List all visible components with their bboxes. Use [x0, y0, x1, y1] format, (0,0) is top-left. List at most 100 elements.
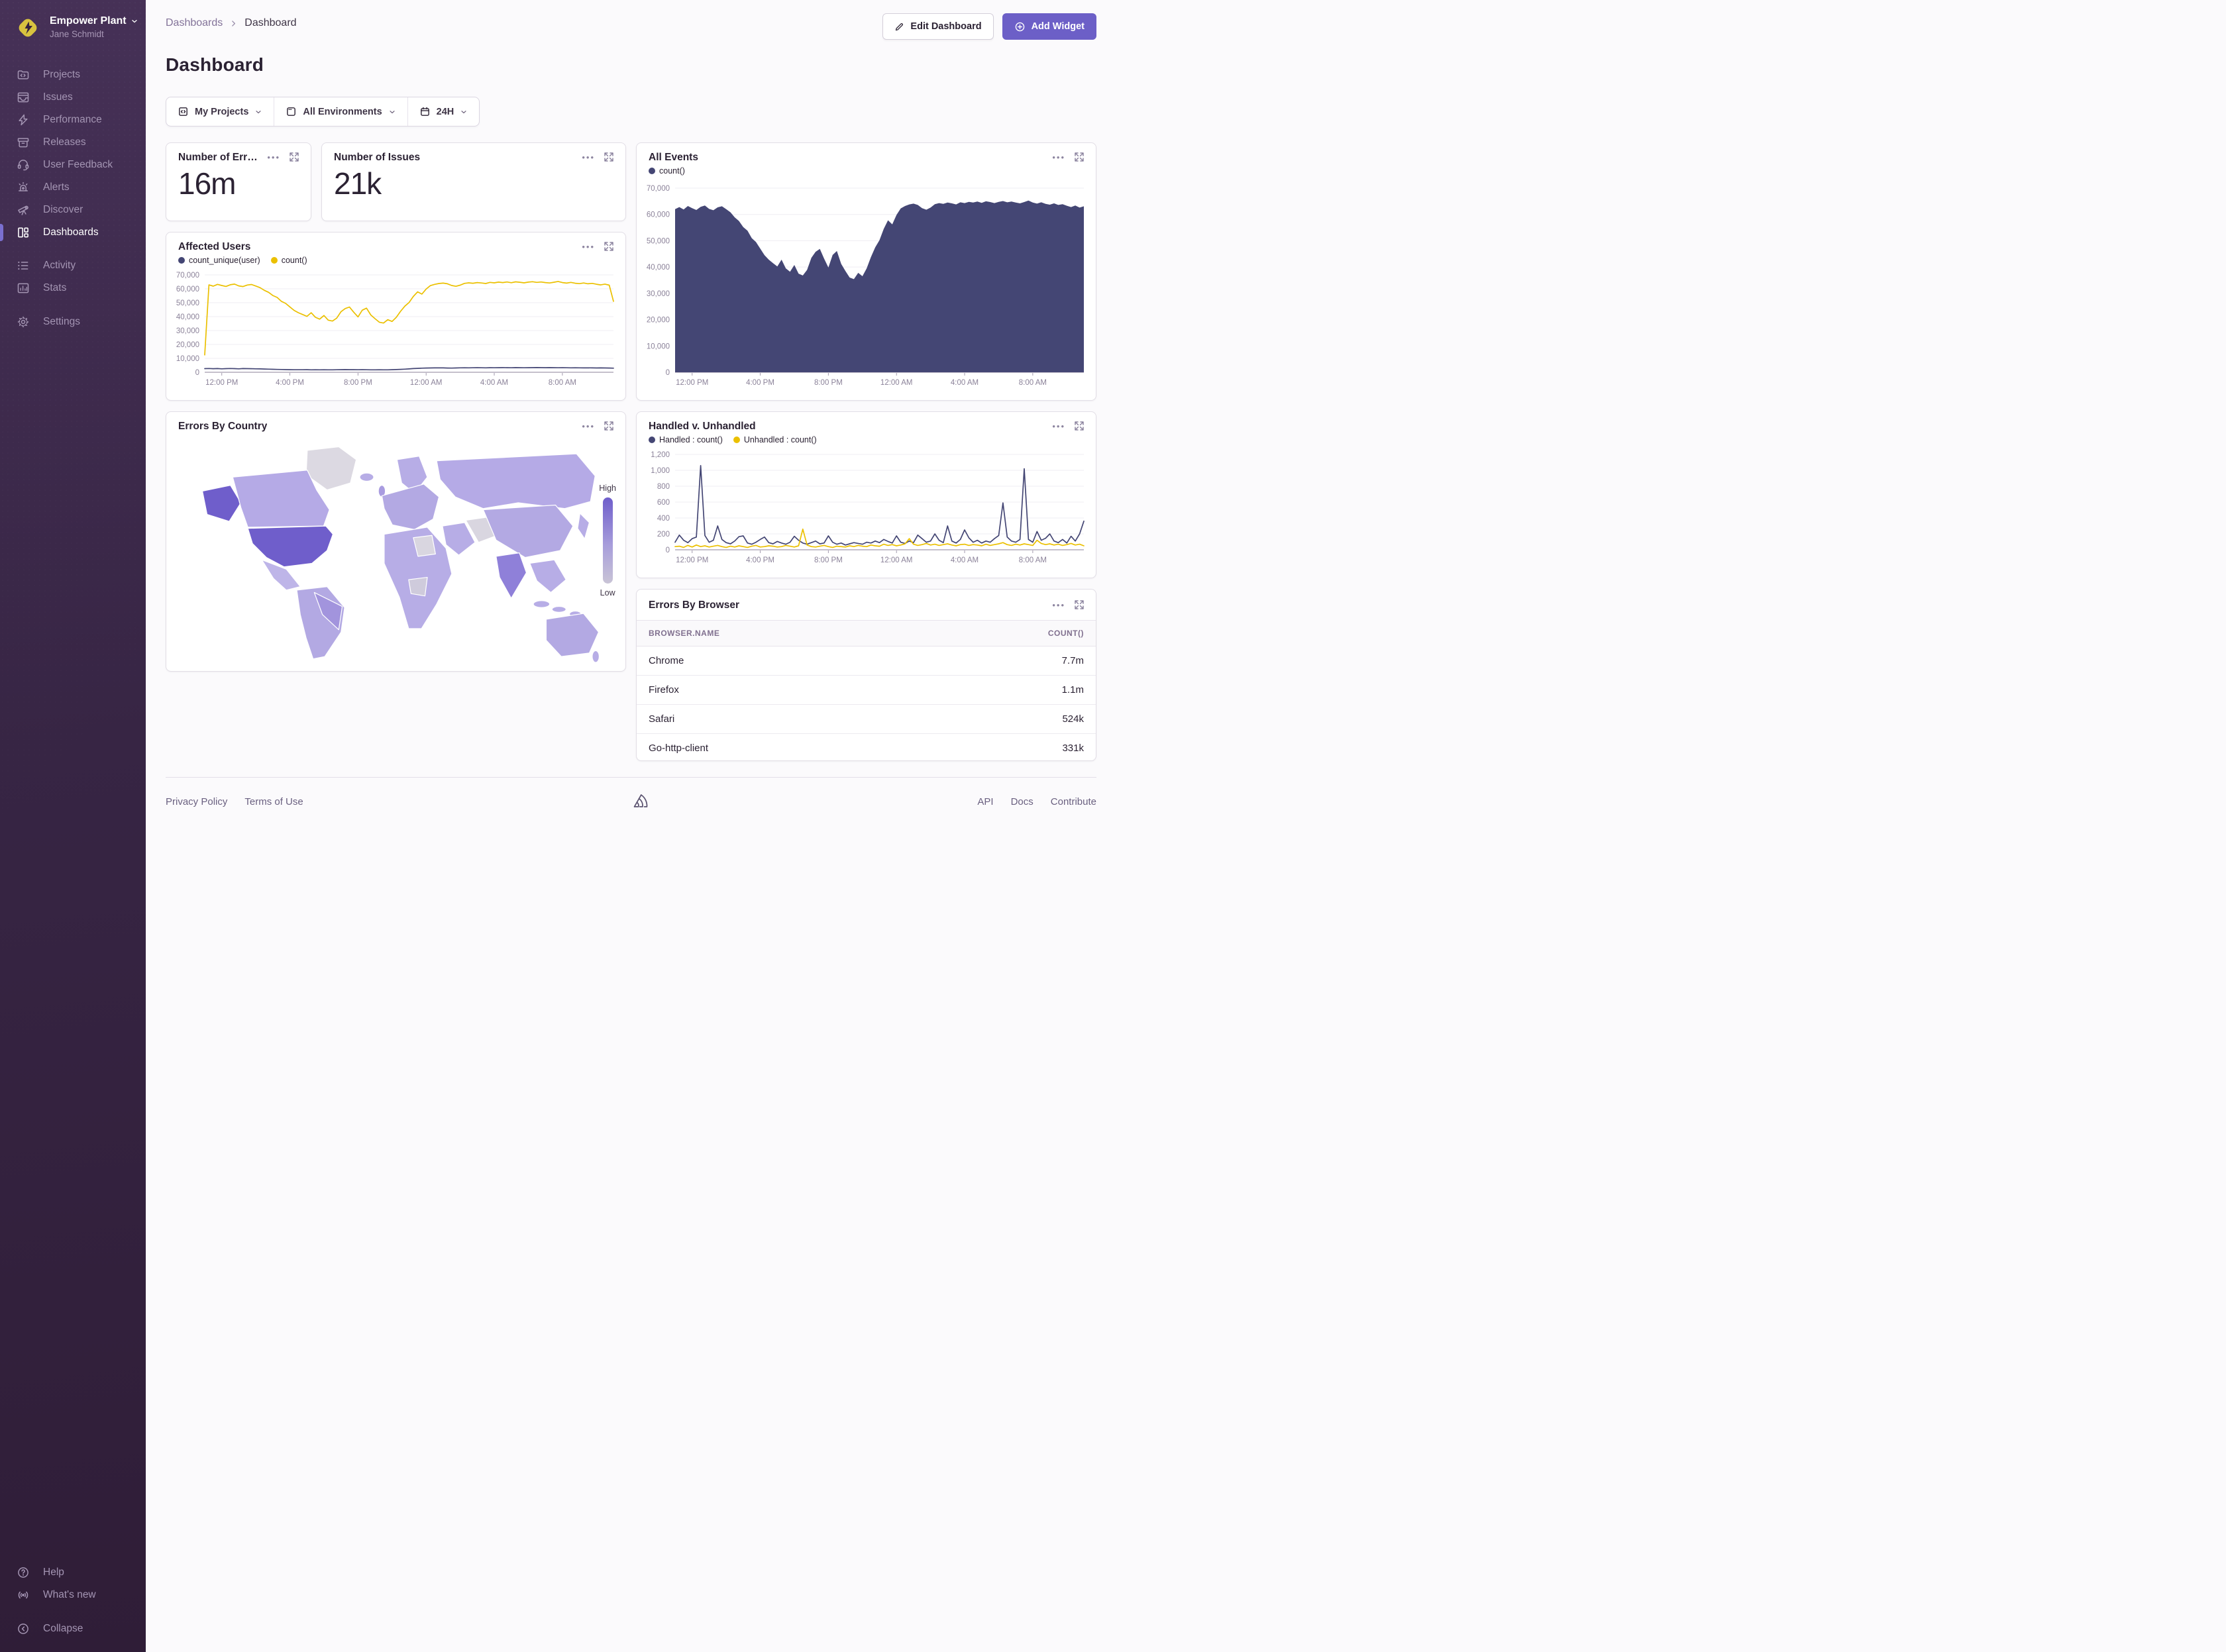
widget-menu-button[interactable]: •••	[1052, 599, 1065, 609]
sidebar-item-releases[interactable]: Releases	[0, 131, 146, 154]
environment-filter[interactable]: All Environments	[274, 97, 407, 126]
performance-icon	[17, 113, 30, 127]
expand-icon[interactable]	[604, 152, 613, 162]
sidebar-item-label: Releases	[43, 136, 86, 148]
world-map[interactable]	[170, 440, 621, 667]
api-link[interactable]: API	[977, 796, 993, 807]
date-range-filter[interactable]: 24H	[407, 97, 480, 126]
expand-icon[interactable]	[1075, 600, 1084, 609]
sidebar-item-label: Alerts	[43, 181, 70, 193]
privacy-policy-link[interactable]: Privacy Policy	[166, 796, 227, 807]
svg-text:8:00 PM: 8:00 PM	[814, 379, 843, 387]
widget-title: Affected Users	[178, 241, 250, 253]
collapse-icon	[17, 1622, 30, 1635]
sidebar-item-stats[interactable]: Stats	[0, 277, 146, 299]
widget-menu-button[interactable]: •••	[582, 152, 595, 162]
filter-bar: My Projects All Environments 24H	[166, 97, 480, 127]
table-row[interactable]: Chrome 7.7m	[637, 646, 1096, 676]
sidebar-item-label: Settings	[43, 316, 80, 328]
widget-errors-by-browser: Errors By Browser ••• BROWSER.NAME COUNT…	[636, 589, 1096, 761]
sidebar-item-dashboards[interactable]: Dashboards	[0, 221, 146, 244]
svg-text:4:00 PM: 4:00 PM	[746, 379, 774, 387]
legend-item[interactable]: Handled : count()	[649, 435, 723, 444]
sidebar-item-label: Collapse	[43, 1623, 83, 1635]
widget-menu-button[interactable]: •••	[267, 152, 280, 162]
expand-icon[interactable]	[604, 421, 613, 431]
widget-menu-button[interactable]: •••	[582, 241, 595, 251]
user-name: Jane Schmidt	[50, 29, 138, 39]
table-row[interactable]: Firefox 1.1m	[637, 676, 1096, 705]
edit-dashboard-button[interactable]: Edit Dashboard	[882, 13, 993, 40]
sidebar-item-label: Discover	[43, 204, 83, 216]
alerts-icon	[17, 181, 30, 194]
sidebar-nav: Projects Issues Performance Releases Use…	[0, 64, 146, 333]
widget-menu-button[interactable]: •••	[582, 421, 595, 431]
svg-text:8:00 PM: 8:00 PM	[344, 379, 372, 387]
widget-menu-button[interactable]: •••	[1052, 421, 1065, 431]
widget-menu-button[interactable]: •••	[1052, 152, 1065, 162]
sidebar-item-discover[interactable]: Discover	[0, 199, 146, 221]
svg-text:20,000: 20,000	[176, 341, 199, 349]
column-header-browser-name[interactable]: BROWSER.NAME	[637, 621, 918, 646]
org-switcher[interactable]: Empower Plant Jane Schmidt	[0, 15, 146, 41]
column-header-count[interactable]: COUNT()	[918, 621, 1096, 646]
svg-text:12:00 PM: 12:00 PM	[205, 379, 238, 387]
svg-text:40,000: 40,000	[176, 313, 199, 321]
sidebar-item-projects[interactable]: Projects	[0, 64, 146, 86]
sidebar-item-issues[interactable]: Issues	[0, 86, 146, 109]
widget-title: Handled v. Unhandled	[649, 421, 756, 433]
svg-text:8:00 PM: 8:00 PM	[814, 556, 843, 564]
breadcrumb-dashboards-link[interactable]: Dashboards	[166, 17, 223, 29]
svg-text:4:00 PM: 4:00 PM	[746, 556, 774, 564]
legend-item[interactable]: Unhandled : count()	[733, 435, 817, 444]
sidebar-item-whats-new[interactable]: What's new	[0, 1584, 146, 1606]
map-legend-high: High	[599, 484, 616, 493]
series-dot	[649, 437, 655, 443]
handled-unhandled-chart: 02004006008001,0001,20012:00 PM4:00 PM8:…	[642, 450, 1089, 564]
project-filter[interactable]: My Projects	[166, 97, 274, 126]
svg-text:0: 0	[666, 369, 670, 377]
chevron-right-icon	[229, 19, 238, 28]
page-title: Dashboard	[166, 54, 1096, 76]
svg-text:200: 200	[657, 531, 670, 539]
main-content: Dashboards Dashboard Edit Dashboard Add …	[146, 0, 1113, 831]
sidebar-item-collapse[interactable]: Collapse	[0, 1618, 146, 1640]
expand-icon[interactable]	[1075, 152, 1084, 162]
help-icon	[17, 1566, 30, 1579]
sidebar-item-user-feedback[interactable]: User Feedback	[0, 154, 146, 176]
svg-text:600: 600	[657, 499, 670, 507]
big-number-value: 21k	[334, 168, 613, 199]
legend-item[interactable]: count()	[271, 256, 307, 265]
expand-icon[interactable]	[604, 242, 613, 251]
chevron-down-icon	[460, 108, 468, 116]
svg-text:50,000: 50,000	[647, 237, 670, 245]
sidebar-item-label: Stats	[43, 282, 66, 294]
widget-title: Errors By Country	[178, 421, 267, 433]
table-row[interactable]: Safari 524k	[637, 705, 1096, 734]
widget-title: Number of Err…	[178, 152, 258, 164]
project-folder-icon	[178, 106, 189, 117]
errors-by-browser-table: BROWSER.NAME COUNT() Chrome 7.7m Firefox…	[637, 620, 1096, 761]
legend-item[interactable]: count()	[649, 166, 685, 176]
widget-number-of-issues: Number of Issues ••• 21k	[321, 142, 626, 221]
add-widget-button[interactable]: Add Widget	[1002, 13, 1096, 40]
sidebar-item-performance[interactable]: Performance	[0, 109, 146, 131]
chevron-down-icon	[131, 17, 138, 25]
sidebar-item-settings[interactable]: Settings	[0, 311, 146, 333]
broadcast-icon	[17, 1588, 30, 1602]
widget-title: All Events	[649, 152, 698, 164]
sidebar-item-label: Dashboards	[43, 227, 99, 238]
sidebar: Empower Plant Jane Schmidt Projects Issu…	[0, 0, 146, 1652]
sidebar-item-help[interactable]: Help	[0, 1561, 146, 1584]
expand-icon[interactable]	[290, 152, 299, 162]
contribute-link[interactable]: Contribute	[1051, 796, 1096, 807]
table-row[interactable]: Go-http-client 331k	[637, 734, 1096, 762]
sidebar-item-activity[interactable]: Activity	[0, 254, 146, 277]
sidebar-item-alerts[interactable]: Alerts	[0, 176, 146, 199]
expand-icon[interactable]	[1075, 421, 1084, 431]
sidebar-footer: Help What's new Collapse	[0, 1561, 146, 1640]
docs-link[interactable]: Docs	[1011, 796, 1034, 807]
map-legend: High Low	[599, 484, 616, 597]
legend-item[interactable]: count_unique(user)	[178, 256, 260, 265]
terms-of-use-link[interactable]: Terms of Use	[244, 796, 303, 807]
